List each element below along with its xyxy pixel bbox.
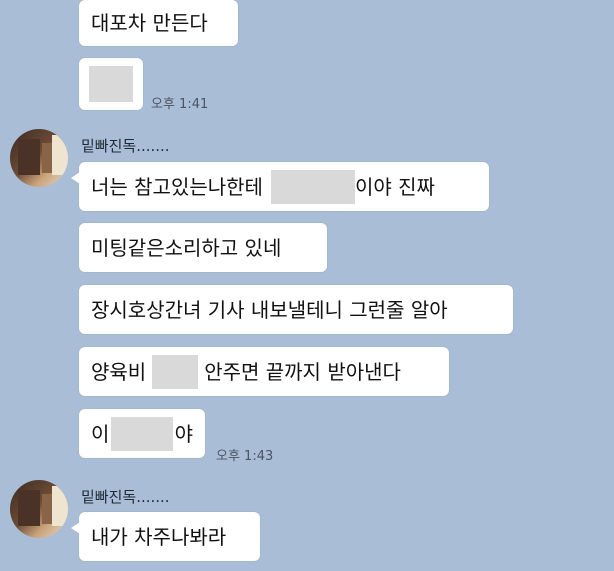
message-bubble[interactable]: 대포차 만든다 xyxy=(79,0,238,46)
message-text: 내가 차주나봐라 xyxy=(91,524,227,549)
sender-avatar[interactable] xyxy=(10,480,68,538)
redacted-block xyxy=(111,416,173,451)
message-text-part: 양육비 xyxy=(91,359,147,384)
message-timestamp: 오후 1:43 xyxy=(216,449,274,464)
avatar-photo-detail xyxy=(18,139,40,175)
message-text-part: 이야 진짜 xyxy=(354,174,435,199)
message-text: 미팅같은소리하고 있네 xyxy=(91,235,282,260)
message-bubble[interactable]: 양육비 안주면 끝까지 받아낸다 xyxy=(79,347,449,396)
sender-name: 밑빠진독....... xyxy=(81,137,170,155)
message-timestamp: 오후 1:41 xyxy=(151,97,209,112)
sender-avatar[interactable] xyxy=(10,129,68,187)
message-text: 대포차 만든다 xyxy=(91,11,208,35)
message-bubble-redacted[interactable] xyxy=(79,58,143,110)
message-bubble[interactable]: 미팅같은소리하고 있네 xyxy=(79,223,327,272)
avatar-photo-detail xyxy=(52,486,68,526)
message-bubble[interactable]: 장시호상간녀 기사 내보낼테니 그런줄 알아 xyxy=(79,285,513,334)
message-text-part: 안주면 끝까지 받아낸다 xyxy=(204,359,401,384)
avatar-photo-detail xyxy=(52,135,68,175)
redacted-block xyxy=(152,354,199,389)
message-bubble[interactable]: 내가 차주나봐라 xyxy=(71,512,260,561)
message-text-part: 야 xyxy=(174,421,193,446)
chat-conversation: 대포차 만든다 오후 1:41 밑빠진독....... 너는 참고있는나한테 이… xyxy=(0,0,614,571)
redacted-block xyxy=(270,169,355,204)
message-text: 장시호상간녀 기사 내보낼테니 그런줄 알아 xyxy=(91,297,448,322)
redacted-block xyxy=(89,66,133,102)
sender-name: 밑빠진독....... xyxy=(81,488,170,506)
message-text-part: 이 xyxy=(91,421,110,446)
message-text-part: 너는 참고있는나한테 xyxy=(91,174,263,199)
message-bubble[interactable]: 이 야 xyxy=(79,409,205,458)
message-bubble[interactable]: 너는 참고있는나한테 이야 진짜 xyxy=(71,162,489,211)
avatar-photo-detail xyxy=(18,490,40,526)
